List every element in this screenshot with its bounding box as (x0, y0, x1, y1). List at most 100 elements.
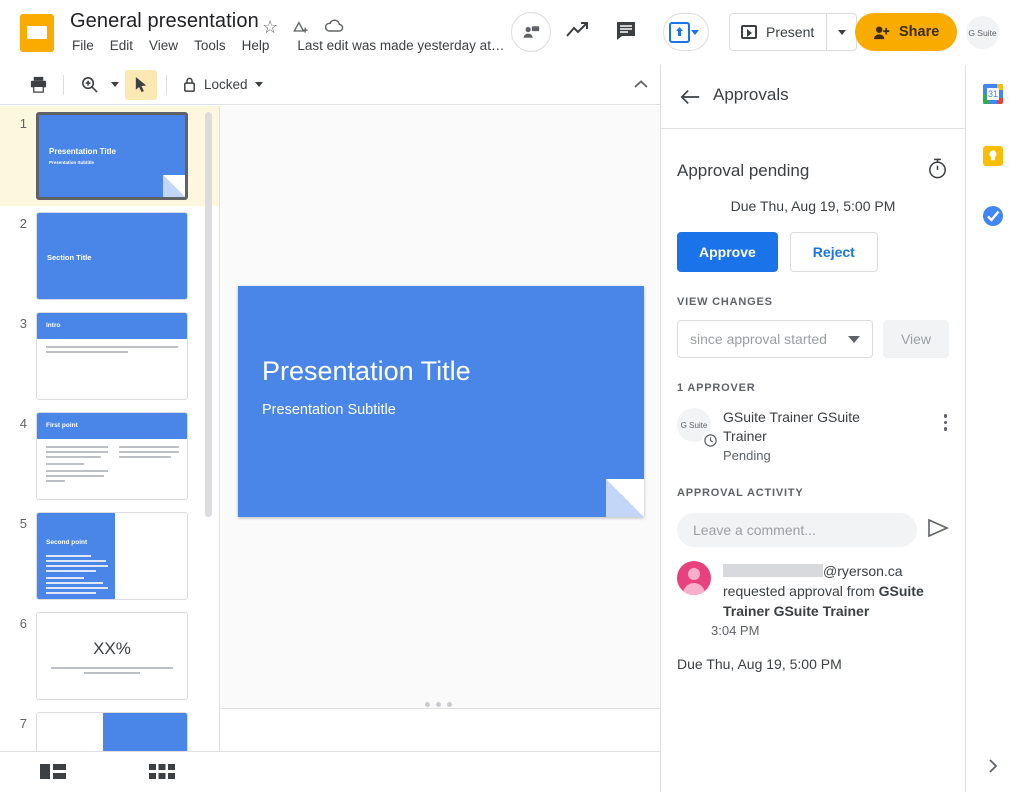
zoom-options-button[interactable] (105, 82, 125, 87)
approval-status-row: Approval pending (677, 157, 949, 185)
approver-avatar: G Suite (677, 408, 711, 442)
google-slides-window: General presentation ☆ File Edit View To… (0, 0, 1018, 792)
thumbnail-preview[interactable]: Presentation Title Presentation Subtitle (36, 112, 188, 200)
filmstrip-view-button[interactable] (40, 762, 66, 784)
star-icon[interactable]: ☆ (262, 17, 278, 38)
grid-view-button[interactable] (149, 762, 175, 784)
speaker-notes-drag-handle[interactable] (425, 702, 452, 707)
thumbnail-preview[interactable]: Section Title (36, 212, 188, 300)
approver-details: GSuite Trainer GSuite Trainer Pending (723, 408, 893, 463)
view-changes-row: since approval started View (677, 320, 949, 358)
menu-view[interactable]: View (149, 38, 178, 53)
thumbnail-number: 4 (0, 412, 36, 500)
thumbnail-slide-6[interactable]: 6 XX% (0, 606, 219, 706)
present-label: Present (766, 24, 814, 40)
google-calendar-icon[interactable]: 31 (982, 83, 1004, 105)
slide-thumbnail-panel[interactable]: 1 Presentation Title Presentation Subtit… (0, 106, 220, 751)
thumbnail-preview[interactable]: XX% (36, 612, 188, 700)
thumbnail-title: Section Title (47, 253, 91, 262)
thumbnail-slide-1[interactable]: 1 Presentation Title Presentation Subtit… (0, 106, 219, 206)
print-icon (29, 75, 48, 94)
menu-help[interactable]: Help (242, 38, 270, 53)
thumbnail-number: 1 (0, 112, 36, 200)
current-slide[interactable]: Presentation Title Presentation Subtitle (238, 286, 644, 517)
presenter-view-icon[interactable] (511, 12, 551, 52)
account-avatar[interactable]: G Suite (966, 16, 999, 49)
view-changes-label: VIEW CHANGES (677, 296, 949, 308)
app-header: General presentation ☆ File Edit View To… (0, 0, 1018, 65)
corner-fold-decoration (606, 479, 644, 517)
thumbnail-body-lines (46, 555, 108, 597)
lock-icon (182, 76, 197, 93)
reject-button[interactable]: Reject (790, 232, 878, 272)
send-icon[interactable] (927, 518, 949, 543)
thumbnail-preview[interactable]: Second point (36, 512, 188, 600)
thumbnail-preview[interactable]: Intro (36, 312, 188, 400)
thumbnail-slide-4[interactable]: 4 First point (0, 406, 219, 506)
share-label: Share (899, 24, 939, 40)
menu-file[interactable]: File (72, 38, 94, 53)
menu-tools[interactable]: Tools (194, 38, 226, 53)
last-edit-status[interactable]: Last edit was made yesterday at… (297, 38, 504, 53)
comment-input[interactable] (677, 513, 917, 547)
thumbnail-title: Presentation Title (49, 147, 116, 156)
menu-bar: File Edit View Tools Help Last edit was … (72, 38, 504, 53)
share-button[interactable]: Share (855, 13, 957, 51)
back-arrow-icon[interactable] (679, 87, 701, 112)
approver-avatar-label: G Suite (681, 421, 708, 430)
slide-title-text[interactable]: Presentation Title (262, 356, 471, 387)
view-changes-button[interactable]: View (883, 320, 949, 358)
google-tasks-icon[interactable] (982, 205, 1004, 227)
approve-button[interactable]: Approve (677, 232, 778, 272)
select-cursor-button[interactable] (125, 70, 157, 100)
chevron-up-icon (630, 74, 652, 96)
thumbnail-caption-lines (51, 667, 173, 677)
thumbnail-number: 7 (0, 712, 36, 751)
locked-dropdown[interactable]: Locked (176, 76, 269, 93)
expand-panel-icon[interactable] (984, 757, 1002, 780)
thumbnail-slide-5[interactable]: 5 Second point (0, 506, 219, 606)
present-button[interactable]: Present (730, 14, 826, 50)
thumbnail-slide-3[interactable]: 3 Intro (0, 306, 219, 406)
print-button[interactable] (22, 70, 54, 100)
saved-to-drive-icon[interactable] (323, 17, 345, 40)
approver-list-item[interactable]: G Suite GSuite Trainer GSuite Trainer Pe… (677, 408, 949, 463)
collapse-toolbar-button[interactable] (630, 74, 652, 101)
approver-count-label: 1 APPROVER (677, 382, 949, 394)
chevron-down-icon (691, 30, 699, 35)
filmstrip-view-icon (40, 762, 66, 782)
chevron-down-icon (111, 82, 119, 87)
zoom-button[interactable] (73, 70, 105, 100)
menu-edit[interactable]: Edit (110, 38, 133, 53)
activity-dashboard-icon[interactable] (565, 20, 591, 47)
bottom-bar (0, 751, 660, 792)
thumbnail-number: 5 (0, 512, 36, 600)
activity-author-domain: @ryerson.ca (823, 563, 903, 579)
play-icon (741, 25, 757, 39)
slide-canvas[interactable]: Presentation Title Presentation Subtitle (221, 106, 660, 708)
publish-button[interactable] (663, 13, 709, 51)
changes-range-select[interactable]: since approval started (677, 320, 873, 358)
speaker-notes-area[interactable] (221, 709, 660, 751)
approver-options-icon[interactable] (944, 414, 948, 431)
changes-range-value: since approval started (690, 331, 827, 347)
activity-body: @ryerson.ca requested approval from GSui… (711, 561, 928, 638)
thumbnail-slide-7[interactable]: 7 (0, 706, 219, 751)
thumbnail-slide-2[interactable]: 2 Section Title (0, 206, 219, 306)
present-options-button[interactable] (826, 14, 856, 50)
google-keep-icon[interactable] (982, 145, 1004, 167)
toolbar-divider (166, 75, 167, 95)
activity-timestamp: 3:04 PM (711, 623, 928, 638)
document-title[interactable]: General presentation (70, 10, 259, 33)
thumbnail-title: Second point (46, 539, 87, 546)
thumbnail-preview[interactable] (36, 712, 188, 751)
thumbnail-preview[interactable]: First point (36, 412, 188, 500)
approval-action-buttons: Approve Reject (677, 232, 949, 272)
thumbnail-body-lines (46, 346, 178, 356)
toolbar-divider (63, 75, 64, 95)
approvals-panel-header: Approvals (661, 65, 965, 129)
due-date-note: Due Thu, Aug 19, 5:00 PM (677, 656, 949, 672)
comment-history-icon[interactable] (615, 20, 637, 47)
slide-subtitle-text[interactable]: Presentation Subtitle (262, 402, 396, 418)
thumbnail-scrollbar[interactable] (205, 112, 212, 517)
